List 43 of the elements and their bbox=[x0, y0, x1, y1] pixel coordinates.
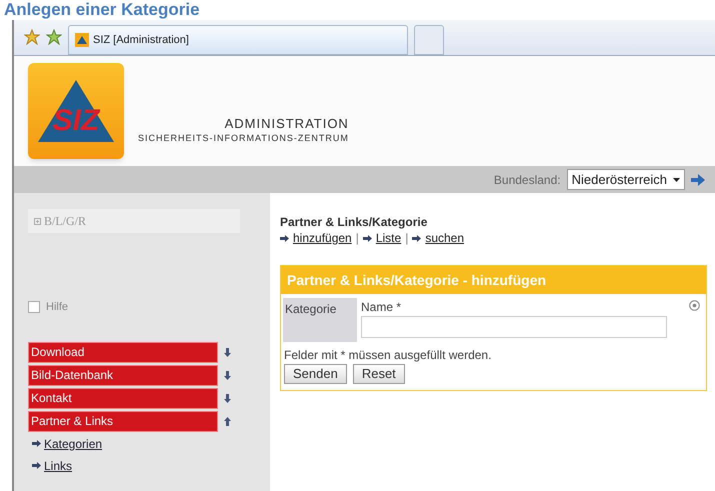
name-input-field[interactable] bbox=[361, 316, 667, 338]
expand-icon bbox=[34, 218, 41, 224]
menu-item[interactable]: Kontakt bbox=[28, 388, 218, 408]
separator: | bbox=[356, 230, 359, 247]
arrow-icon bbox=[280, 234, 289, 242]
arrow-icon bbox=[32, 462, 41, 469]
action-link[interactable]: hinzufügen bbox=[293, 229, 352, 247]
region-dropdown[interactable]: Niederösterreich bbox=[566, 169, 685, 190]
caret-icon bbox=[673, 178, 680, 182]
required-note: Felder mit * müssen ausgefüllt werden. bbox=[283, 347, 492, 364]
separator: | bbox=[405, 230, 408, 247]
form-title: Partner & Links/Kategorie - hinzufügen bbox=[281, 266, 706, 294]
help-label: Hilfe bbox=[46, 300, 68, 315]
siz-logo: SIZ bbox=[28, 63, 124, 159]
submenu-link[interactable]: Links bbox=[44, 456, 72, 474]
action-link[interactable]: suchen bbox=[425, 229, 464, 247]
header-tagline: SICHERHEITS-INFORMATIONS-ZENTRUM bbox=[138, 132, 349, 146]
collapse-arrow-icon[interactable] bbox=[224, 416, 231, 426]
go-arrow-icon[interactable] bbox=[691, 174, 705, 186]
arrow-icon bbox=[32, 440, 41, 447]
expand-arrow-icon[interactable] bbox=[224, 394, 231, 402]
form-button[interactable]: Senden bbox=[284, 364, 347, 384]
form-button[interactable]: Reset bbox=[352, 364, 405, 384]
expand-arrow-icon[interactable] bbox=[224, 370, 231, 380]
star-icon[interactable] bbox=[24, 29, 40, 45]
menu-item[interactable]: Bild-Datenbank bbox=[28, 364, 218, 386]
menu-item[interactable]: Partner & Links bbox=[28, 410, 218, 432]
arrow-icon bbox=[412, 234, 422, 242]
field-label: Name * bbox=[361, 299, 402, 316]
section-label: Kategorie bbox=[283, 298, 357, 342]
menu-item[interactable]: Download bbox=[28, 342, 218, 362]
header-subtitle: ADMINISTRATION bbox=[224, 116, 349, 132]
breadcrumb-title: Partner & Links/Kategorie bbox=[280, 215, 428, 229]
expand-arrow-icon[interactable] bbox=[224, 348, 231, 356]
add-favorite-icon[interactable] bbox=[46, 29, 62, 45]
browser-tab[interactable]: SIZ [Administration] bbox=[68, 25, 408, 55]
arrow-icon bbox=[362, 234, 372, 242]
site-icon bbox=[75, 33, 89, 47]
submenu-link[interactable]: Kategorien bbox=[44, 434, 102, 452]
slide-title: Anlegen einer Kategorie bbox=[4, 0, 200, 20]
action-link[interactable]: Liste bbox=[376, 229, 402, 247]
region-label: Bundesland: bbox=[494, 172, 561, 188]
help-checkbox[interactable] bbox=[28, 301, 40, 314]
